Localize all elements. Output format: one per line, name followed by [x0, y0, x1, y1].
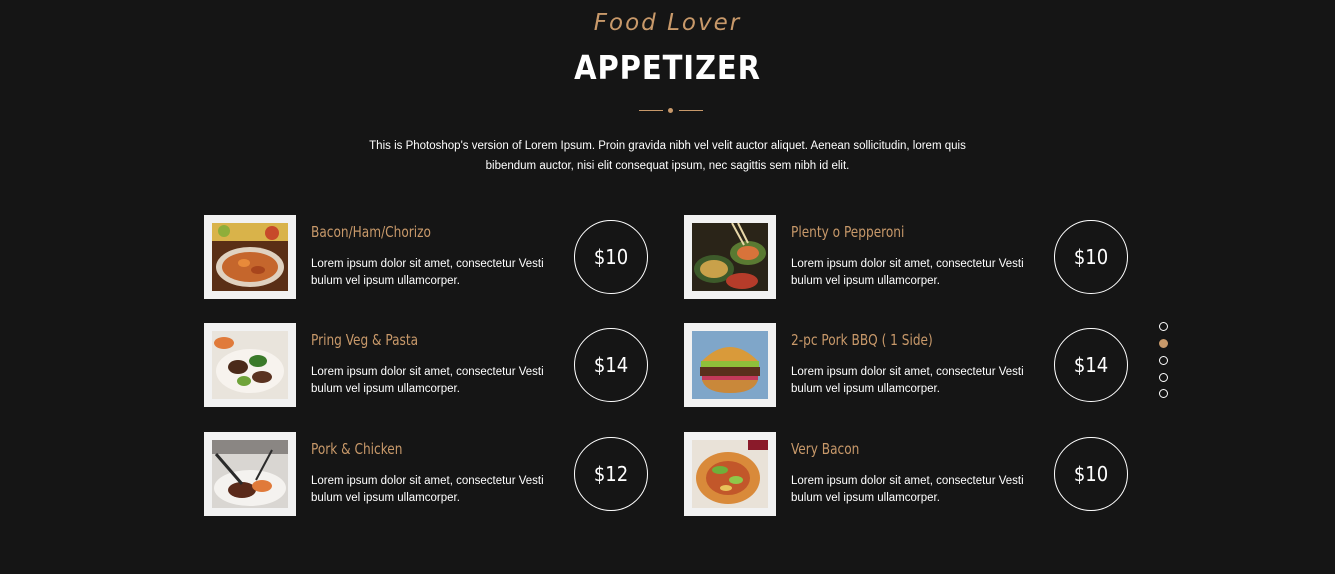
menu-item[interactable]: Pork & Chicken Lorem ipsum dolor sit ame… [204, 432, 664, 518]
salad-bowl-photo [692, 440, 768, 508]
menu-item-name[interactable]: Bacon/Ham/Chorizo [311, 223, 431, 241]
menu-item-price: $12 [574, 437, 648, 511]
menu-item[interactable]: Pring Veg & Pasta Lorem ipsum dolor sit … [204, 323, 664, 409]
carousel-pagination [1159, 322, 1169, 402]
section-subtitle: Food Lover [593, 10, 742, 36]
pagination-dot[interactable] [1159, 389, 1168, 398]
pagination-dot[interactable] [1159, 322, 1168, 331]
divider-line-left [639, 110, 663, 111]
menu-item-thumbnail[interactable] [204, 215, 296, 299]
menu-item[interactable]: Bacon/Ham/Chorizo Lorem ipsum dolor sit … [204, 215, 664, 301]
menu-item-thumbnail[interactable] [684, 323, 776, 407]
menu-item-thumbnail[interactable] [684, 432, 776, 516]
menu-item-price: $10 [574, 220, 648, 294]
menu-item-thumbnail[interactable] [204, 323, 296, 407]
menu-item-description: Lorem ipsum dolor sit amet, consectetur … [791, 475, 1024, 504]
menu-item-name[interactable]: 2-pc Pork BBQ ( 1 Side) [791, 331, 933, 349]
menu-item-price: $10 [1054, 437, 1128, 511]
menu-item-description: Lorem ipsum dolor sit amet, consectetur … [311, 475, 544, 504]
menu-item-price: $14 [574, 328, 648, 402]
menu-item-name[interactable]: Very Bacon [791, 440, 859, 458]
menu-item-name[interactable]: Pork & Chicken [311, 440, 402, 458]
section-title: APPETIZER [574, 48, 761, 87]
title-divider [639, 108, 703, 114]
menu-item-description: Lorem ipsum dolor sit amet, consectetur … [791, 258, 1024, 287]
menu-item[interactable]: Very Bacon Lorem ipsum dolor sit amet, c… [684, 432, 1144, 518]
menu-item-name[interactable]: Pring Veg & Pasta [311, 331, 418, 349]
veg-pasta-photo [212, 331, 288, 399]
section-intro: This is Photoshop's version of Lorem Ips… [369, 140, 966, 172]
menu-item-description: Lorem ipsum dolor sit amet, consectetur … [311, 366, 544, 395]
menu-item-price: $14 [1054, 328, 1128, 402]
menu-item-description: Lorem ipsum dolor sit amet, consectetur … [311, 258, 544, 287]
menu-item-thumbnail[interactable] [684, 215, 776, 299]
divider-dot [668, 108, 673, 113]
pagination-dot[interactable] [1159, 373, 1168, 382]
menu-item-price: $10 [1054, 220, 1128, 294]
menu-item[interactable]: 2-pc Pork BBQ ( 1 Side) Lorem ipsum dolo… [684, 323, 1144, 409]
menu-item-thumbnail[interactable] [204, 432, 296, 516]
menu-item[interactable]: Plenty o Pepperoni Lorem ipsum dolor sit… [684, 215, 1144, 301]
pagination-dot[interactable] [1159, 356, 1168, 365]
menu-item-name[interactable]: Plenty o Pepperoni [791, 223, 904, 241]
curry-bowl-photo [212, 223, 288, 291]
menu-item-description: Lorem ipsum dolor sit amet, consectetur … [791, 366, 1024, 395]
pagination-dot-active[interactable] [1159, 339, 1168, 348]
steak-plate-photo [212, 440, 288, 508]
asian-dishes-photo [692, 223, 768, 291]
burger-photo [692, 331, 768, 399]
divider-line-right [679, 110, 703, 111]
